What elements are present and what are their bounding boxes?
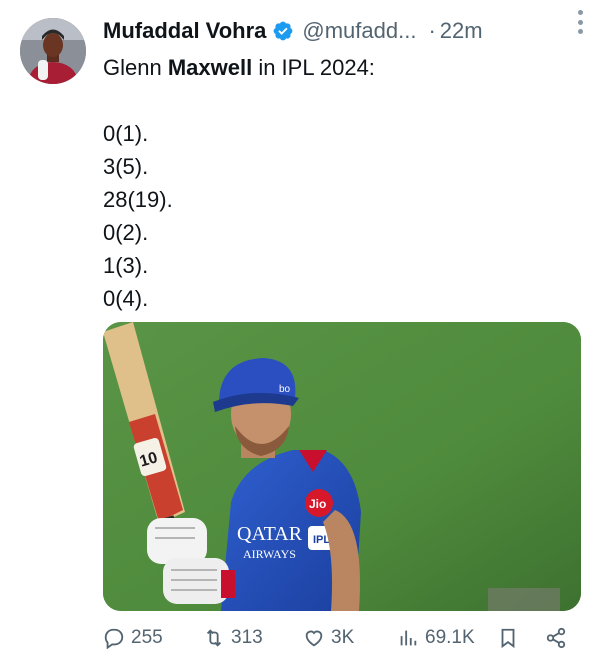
views-icon — [400, 630, 417, 646]
tweet-photo[interactable]: 10 Jio QATAR AIRWAYS IPL bo — [103, 322, 581, 611]
cricketer-photo: 10 Jio QATAR AIRWAYS IPL bo — [103, 322, 581, 611]
share-icon — [546, 627, 566, 649]
jersey-text-2: AIRWAYS — [243, 547, 296, 561]
share-button[interactable] — [545, 620, 567, 656]
heart-icon — [305, 630, 323, 647]
tweet-headline: Glenn Maxwell in IPL 2024: — [103, 55, 375, 80]
verified-badge-icon — [273, 21, 293, 41]
reply-count: 255 — [131, 627, 163, 648]
author-name[interactable]: Mufaddal Vohra — [103, 18, 266, 44]
score-line: 0(2). — [103, 220, 149, 245]
repost-icon — [206, 629, 222, 647]
score-line: 3(5). — [103, 154, 149, 179]
author-avatar[interactable] — [20, 18, 86, 84]
bookmark-button[interactable] — [497, 620, 519, 656]
score-line: 0(4). — [103, 286, 149, 311]
jersey-text-1: QATAR — [237, 523, 303, 545]
reply-button[interactable]: 255 — [103, 620, 163, 656]
reply-icon — [104, 628, 124, 649]
repost-button[interactable]: 313 — [203, 620, 263, 656]
tweet-actions: 255 313 3K 69.1K — [103, 620, 581, 656]
author-handle[interactable]: @mufadd... — [302, 18, 416, 44]
tweet-header: Mufaddal Vohra @mufadd... · 22m — [103, 14, 583, 48]
player-name-bold: Maxwell — [167, 55, 253, 80]
tweet-text: Glenn Maxwell in IPL 2024: 0(1). 3(5). 2… — [103, 51, 583, 315]
score-line: 28(19). — [103, 187, 173, 212]
repost-count: 313 — [231, 627, 263, 648]
score-line: 0(1). — [103, 121, 149, 146]
more-options-icon[interactable] — [575, 10, 585, 34]
bookmark-icon — [501, 628, 515, 649]
svg-text:bo: bo — [279, 384, 291, 395]
views-count: 69.1K — [425, 627, 475, 648]
like-count: 3K — [331, 627, 355, 648]
jersey-sponsor-text: Jio — [309, 497, 326, 511]
post-time[interactable]: 22m — [440, 18, 483, 44]
avatar-portrait — [20, 18, 86, 84]
like-button[interactable]: 3K — [303, 620, 354, 656]
score-line: 1(3). — [103, 253, 149, 278]
views-button[interactable]: 69.1K — [397, 620, 475, 656]
separator-dot: · — [428, 18, 436, 43]
